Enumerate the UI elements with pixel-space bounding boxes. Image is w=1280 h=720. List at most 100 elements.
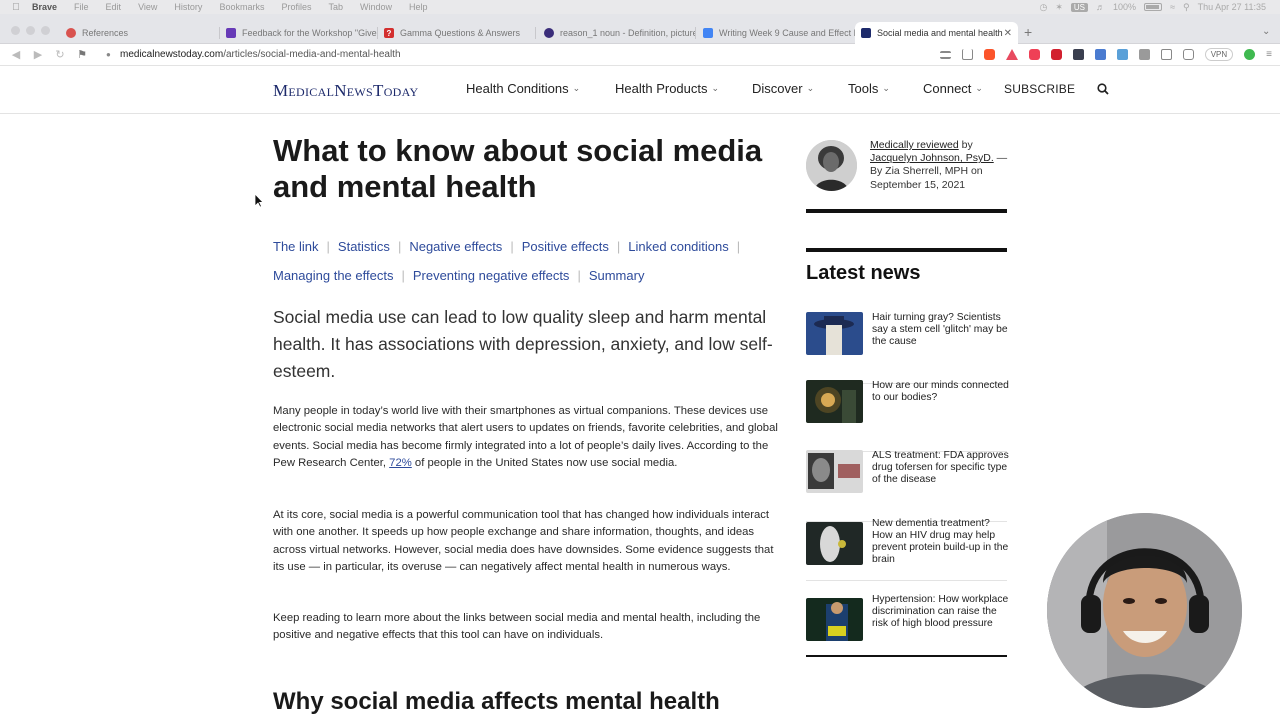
menu-bookmarks[interactable]: Bookmarks xyxy=(219,2,264,12)
news-title[interactable]: How are our minds connected to our bodie… xyxy=(872,380,1010,404)
menu-file[interactable]: File xyxy=(74,2,89,12)
tab-title: References xyxy=(82,28,129,38)
toc-link-linked-conditions[interactable]: Linked conditions xyxy=(628,239,728,254)
tab-feedback[interactable]: Feedback for the Workshop "Give L xyxy=(220,22,378,44)
brave-shields-icon[interactable] xyxy=(983,49,995,60)
news-thumbnail[interactable] xyxy=(806,598,863,641)
news-thumbnail[interactable] xyxy=(806,450,863,493)
toc-link-statistics[interactable]: Statistics xyxy=(338,239,390,254)
new-tab-button[interactable]: + xyxy=(1024,24,1032,40)
divider xyxy=(806,655,1007,657)
news-item[interactable]: New dementia treatment? How an HIV drug … xyxy=(806,516,1010,581)
lock-icon[interactable]: ● xyxy=(106,50,114,59)
tab-references[interactable]: References xyxy=(60,22,220,44)
translate-icon[interactable] xyxy=(1094,49,1106,60)
extensions-puzzle-icon[interactable] xyxy=(1138,49,1150,60)
wifi-icon[interactable]: ≈ xyxy=(1170,2,1175,12)
nav-connect[interactable]: Connect ⌄ xyxy=(923,81,983,96)
nav-health-products[interactable]: Health Products ⌄ xyxy=(615,81,719,96)
tab-title: Writing Week 9 Cause and Effect Fo xyxy=(719,28,855,38)
medically-reviewed-link[interactable]: Medically reviewed xyxy=(870,139,959,151)
tab-oxford[interactable]: reason_1 noun - Definition, pictures xyxy=(538,22,696,44)
article-paragraph-1: Many people in today’s world live with t… xyxy=(273,403,778,472)
news-thumbnail[interactable] xyxy=(806,380,863,423)
article-paragraph-2: At its core, social media is a powerful … xyxy=(273,509,774,573)
search-spotlight-icon[interactable]: ⚲ xyxy=(1183,2,1190,13)
nav-health-conditions[interactable]: Health Conditions ⌄ xyxy=(466,81,580,96)
nav-discover[interactable]: Discover ⌄ xyxy=(752,81,814,96)
clock[interactable]: Thu Apr 27 11:35 xyxy=(1198,2,1266,12)
article-lead: Social media use can lead to low quality… xyxy=(273,307,773,381)
bookmark-icon[interactable]: ⚑ xyxy=(76,48,88,61)
news-thumbnail[interactable] xyxy=(806,312,863,355)
news-item[interactable]: Hair turning gray? Scientists say a stem… xyxy=(806,312,1010,384)
reviewer-link[interactable]: Jacquelyn Johnson, PsyD. xyxy=(870,152,994,164)
extension-dark-icon[interactable] xyxy=(1072,49,1084,60)
history-icon[interactable]: ◷ xyxy=(1040,2,1048,13)
pew-stat-link[interactable]: 72% xyxy=(389,457,412,469)
extension-blue-icon[interactable] xyxy=(1116,49,1128,60)
pocket-icon[interactable] xyxy=(1028,49,1040,60)
menu-edit[interactable]: Edit xyxy=(106,2,122,12)
tab-gamma[interactable]: ? Gamma Questions & Answers xyxy=(378,22,536,44)
toc-link-negative-effects[interactable]: Negative effects xyxy=(409,239,502,254)
reviewer-avatar[interactable] xyxy=(806,140,857,191)
webcam-overlay xyxy=(1047,513,1242,708)
brave-rewards-icon[interactable] xyxy=(1005,49,1018,60)
extension-red-icon[interactable] xyxy=(1050,49,1062,60)
paragraph-text: of people in the United States now use s… xyxy=(411,456,678,469)
battery-icon[interactable] xyxy=(1144,3,1163,11)
address-bar[interactable]: medicalnewstoday.com/articles/social-med… xyxy=(120,49,401,60)
toc-link-positive-effects[interactable]: Positive effects xyxy=(522,239,609,254)
nav-label: Connect xyxy=(923,81,972,96)
menu-tab[interactable]: Tab xyxy=(328,2,343,12)
news-item[interactable]: Hypertension: How workplace discriminati… xyxy=(806,592,1010,664)
minimize-window-button[interactable] xyxy=(26,26,35,35)
back-icon[interactable]: ◀ xyxy=(10,48,22,61)
news-title[interactable]: New dementia treatment? How an HIV drug … xyxy=(872,518,1010,566)
menu-view[interactable]: View xyxy=(138,2,157,12)
toc-link-the-link[interactable]: The link xyxy=(273,239,319,254)
search-icon[interactable] xyxy=(1097,83,1109,95)
site-logo[interactable]: MedicalNewsToday xyxy=(273,81,418,101)
nav-tools[interactable]: Tools ⌄ xyxy=(848,81,890,96)
browser-menu-icon[interactable]: ≡ xyxy=(1266,49,1272,60)
tab-writing[interactable]: Writing Week 9 Cause and Effect Fo xyxy=(697,22,855,44)
sidebar-icon[interactable] xyxy=(1160,49,1172,60)
mendeley-icon xyxy=(66,28,76,38)
mouse-cursor-icon xyxy=(254,193,264,208)
menu-history[interactable]: History xyxy=(174,2,202,12)
reload-icon[interactable]: ↻ xyxy=(54,48,66,61)
close-window-button[interactable] xyxy=(11,26,20,35)
bluetooth-icon[interactable]: ✶ xyxy=(1055,2,1063,13)
zoom-window-button[interactable] xyxy=(41,26,50,35)
wallet-icon[interactable] xyxy=(1182,49,1194,60)
apple-icon[interactable]:  xyxy=(0,2,32,13)
latest-news-heading: Latest news xyxy=(806,262,921,284)
news-thumbnail[interactable] xyxy=(806,522,863,565)
toc-link-summary[interactable]: Summary xyxy=(589,268,645,283)
news-item[interactable]: ALS treatment: FDA approves drug toferse… xyxy=(806,450,1010,522)
subscribe-link[interactable]: SUBSCRIBE xyxy=(1004,82,1075,96)
menu-profiles[interactable]: Profiles xyxy=(281,2,311,12)
vpn-button[interactable]: VPN xyxy=(1204,48,1234,61)
forward-icon[interactable]: ▶ xyxy=(32,48,44,61)
share-icon[interactable] xyxy=(961,49,973,60)
news-title[interactable]: Hypertension: How workplace discriminati… xyxy=(872,594,1010,630)
tab-strip: References Feedback for the Workshop "Gi… xyxy=(0,14,1280,44)
profile-icon[interactable] xyxy=(1244,49,1256,60)
tab-social-media-active[interactable]: Social media and mental health ✕ xyxy=(855,22,1018,44)
news-title[interactable]: Hair turning gray? Scientists say a stem… xyxy=(872,312,1010,348)
menu-help[interactable]: Help xyxy=(409,2,428,12)
menu-app[interactable]: Brave xyxy=(32,2,57,12)
toc-link-preventing-negative-effects[interactable]: Preventing negative effects xyxy=(413,268,570,283)
close-tab-icon[interactable]: ✕ xyxy=(1004,28,1012,39)
volume-icon[interactable]: ♬ xyxy=(1096,2,1105,12)
toc-link-managing-effects[interactable]: Managing the effects xyxy=(273,268,393,283)
reader-mode-icon[interactable] xyxy=(939,50,951,59)
menu-window[interactable]: Window xyxy=(360,2,392,12)
news-item[interactable]: How are our minds connected to our bodie… xyxy=(806,380,1010,452)
tab-search-icon[interactable]: ⌄ xyxy=(1262,26,1270,37)
news-title[interactable]: ALS treatment: FDA approves drug toferse… xyxy=(872,450,1010,486)
keyboard-layout[interactable]: US xyxy=(1070,2,1089,12)
